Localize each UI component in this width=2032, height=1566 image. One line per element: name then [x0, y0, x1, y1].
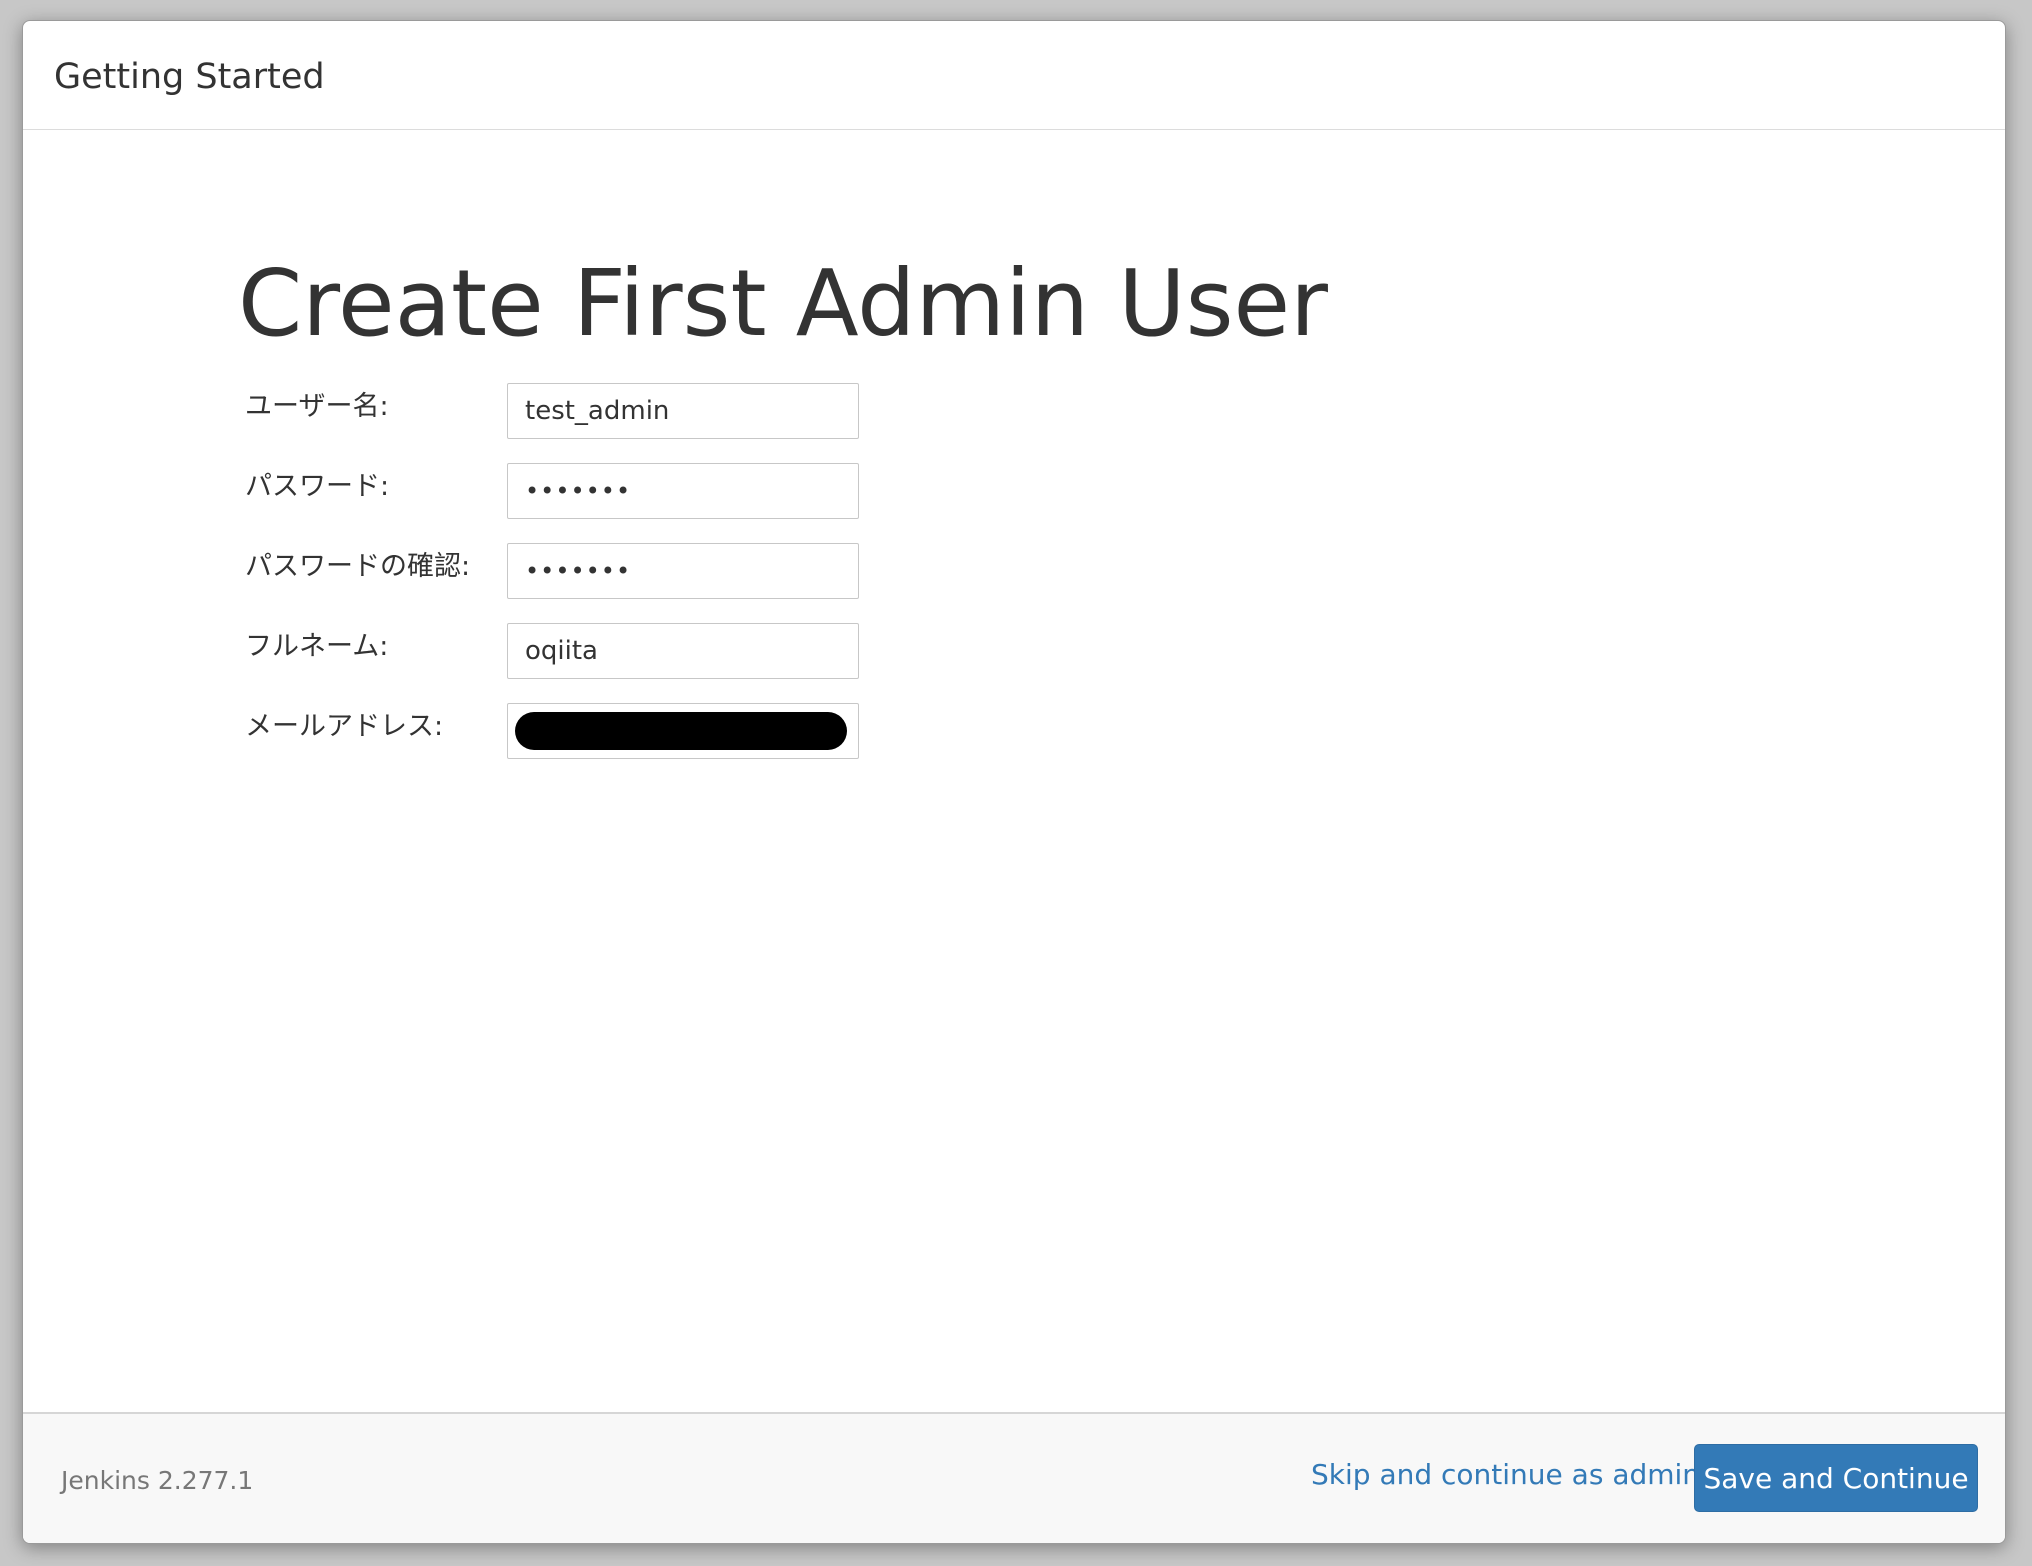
username-row: ユーザー名: [245, 383, 865, 441]
fullname-row: フルネーム: [245, 623, 865, 681]
save-and-continue-button[interactable]: Save and Continue [1694, 1444, 1978, 1512]
password-input[interactable] [507, 463, 859, 519]
password-row: パスワード: [245, 463, 865, 521]
password-confirm-label: パスワードの確認: [245, 551, 471, 582]
page-title: Create First Admin User [238, 250, 1328, 357]
skip-continue-link[interactable]: Skip and continue as admin [1311, 1458, 1700, 1491]
username-input[interactable] [507, 383, 859, 439]
email-field-wrapper [507, 703, 859, 759]
dialog-header: Getting Started [23, 21, 2005, 130]
dialog-footer: Jenkins 2.277.1 Skip and continue as adm… [23, 1412, 2005, 1543]
password-confirm-input[interactable] [507, 543, 859, 599]
password-confirm-row: パスワードの確認: [245, 543, 865, 601]
dialog-body: Create First Admin User ユーザー名: パスワード: パス… [23, 130, 2005, 1412]
redaction-mark [515, 712, 847, 750]
version-label: Jenkins 2.277.1 [61, 1466, 254, 1495]
username-label: ユーザー名: [245, 391, 389, 422]
fullname-label: フルネーム: [245, 631, 389, 662]
email-label: メールアドレス: [245, 711, 444, 742]
fullname-input[interactable] [507, 623, 859, 679]
password-label: パスワード: [245, 471, 390, 502]
email-row: メールアドレス: [245, 703, 865, 761]
dialog-title: Getting Started [54, 57, 325, 97]
setup-wizard-dialog: Getting Started Create First Admin User … [22, 20, 2006, 1544]
